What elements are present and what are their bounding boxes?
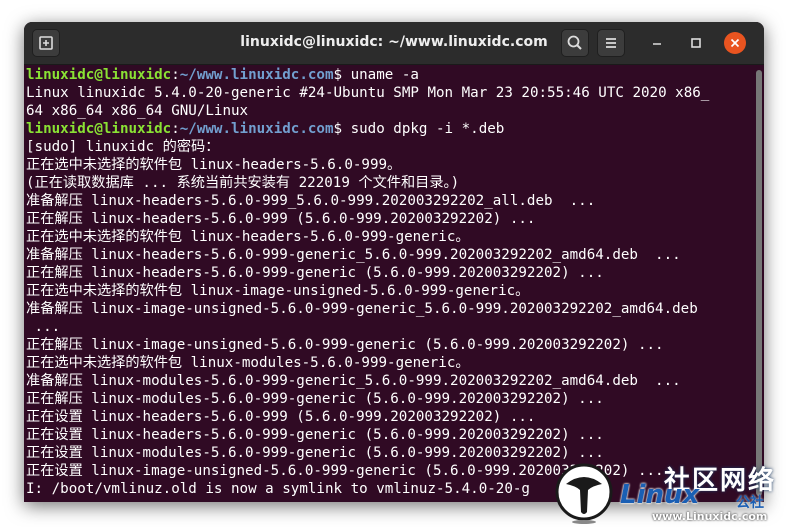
terminal-line: 正在解压 linux-headers-5.6.0-999 (5.6.0-999.… [26, 210, 752, 228]
search-icon [567, 35, 582, 50]
terminal-line: 正在选中未选择的软件包 linux-image-unsigned-5.6.0-9… [26, 282, 752, 300]
output-text: Linux linuxidc 5.4.0-20-generic #24-Ubun… [26, 85, 710, 101]
watermark-brand: Linux [620, 480, 700, 510]
output-text: 正在设置 linux-headers-5.6.0-999-generic (5.… [26, 427, 604, 443]
search-button[interactable] [561, 29, 589, 57]
prompt-user: linuxidc@linuxidc [26, 67, 172, 83]
output-text: [sudo] linuxidc 的密码： [26, 139, 220, 155]
prompt-user: linuxidc@linuxidc [26, 121, 172, 137]
close-icon [730, 38, 740, 48]
terminal-line: ... [26, 318, 752, 336]
output-text: 正在设置 linux-headers-5.6.0-999 (5.6.0-999.… [26, 409, 536, 425]
prompt-command: $ uname -a [333, 67, 419, 83]
output-text: 准备解压 linux-image-unsigned-5.6.0-999-gene… [26, 301, 698, 317]
terminal-line: [sudo] linuxidc 的密码： [26, 138, 752, 156]
output-text: 准备解压 linux-modules-5.6.0-999-generic_5.6… [26, 373, 681, 389]
terminal-line: 正在设置 linux-headers-5.6.0-999-generic (5.… [26, 426, 752, 444]
output-text: 正在选中未选择的软件包 linux-modules-5.6.0-999-gene… [26, 355, 470, 371]
scrollbar[interactable] [756, 70, 762, 496]
output-text: 正在选中未选择的软件包 linux-headers-5.6.0-999-gene… [26, 229, 470, 245]
output-text: 正在选中未选择的软件包 linux-image-unsigned-5.6.0-9… [26, 283, 530, 299]
output-text: 正在解压 linux-modules-5.6.0-999-generic (5.… [26, 391, 604, 407]
watermark-community: 公社 [736, 495, 764, 511]
prompt-path: ~/www.linuxidc.com [179, 121, 334, 137]
output-text: (正在读取数据库 ... 系统当前共安装有 222019 个文件和目录。) [26, 175, 460, 191]
terminal-line: 正在解压 linux-modules-5.6.0-999-generic (5.… [26, 390, 752, 408]
prompt-separator: : [171, 121, 180, 137]
terminal-line: linuxidc@linuxidc:~/www.linuxidc.com$ un… [26, 66, 752, 84]
prompt-separator: : [171, 67, 180, 83]
output-text: 正在设置 linux-modules-5.6.0-999-generic (5.… [26, 445, 604, 461]
close-button[interactable] [724, 32, 746, 54]
minimize-button[interactable] [646, 32, 668, 54]
output-text: ... [26, 319, 61, 335]
prompt-path: ~/www.linuxidc.com [179, 67, 334, 83]
minimize-icon [653, 43, 661, 45]
watermark: 社区网络 Linux 公社 www.Linuxidc.com [552, 458, 786, 527]
output-text: 正在解压 linux-headers-5.6.0-999 (5.6.0-999.… [26, 211, 536, 227]
output-text: 正在选中未选择的软件包 linux-headers-5.6.0-999。 [26, 157, 402, 173]
prompt-command: $ sudo dpkg -i *.deb [333, 121, 505, 137]
terminal-window: linuxidc@linuxidc: ~/www.linuxidc.com li… [24, 22, 764, 502]
maximize-button[interactable] [685, 32, 707, 54]
terminal-output[interactable]: linuxidc@linuxidc:~/www.linuxidc.com$ un… [26, 65, 752, 502]
terminal-line: 正在选中未选择的软件包 linux-headers-5.6.0-999-gene… [26, 228, 752, 246]
output-text: I: /boot/vmlinuz.old is now a symlink to… [26, 481, 530, 497]
terminal-line: 准备解压 linux-image-unsigned-5.6.0-999-gene… [26, 300, 752, 318]
terminal-line: 正在解压 linux-headers-5.6.0-999-generic (5.… [26, 264, 752, 282]
title-bar: linuxidc@linuxidc: ~/www.linuxidc.com [24, 22, 764, 65]
terminal-line: 准备解压 linux-headers-5.6.0-999-generic_5.6… [26, 246, 752, 264]
terminal-line: 64 x86_64 x86_64 GNU/Linux [26, 102, 752, 120]
terminal-line: linuxidc@linuxidc:~/www.linuxidc.com$ su… [26, 120, 752, 138]
terminal-line: 准备解压 linux-modules-5.6.0-999-generic_5.6… [26, 372, 752, 390]
linux-community-logo [555, 463, 613, 524]
terminal-line: Linux linuxidc 5.4.0-20-generic #24-Ubun… [26, 84, 752, 102]
menu-button[interactable] [597, 29, 625, 57]
terminal-line: 正在设置 linux-headers-5.6.0-999 (5.6.0-999.… [26, 408, 752, 426]
hamburger-menu-icon [606, 38, 616, 48]
output-text: 准备解压 linux-headers-5.6.0-999-generic_5.6… [26, 247, 681, 263]
terminal-line: 正在解压 linux-image-unsigned-5.6.0-999-gene… [26, 336, 752, 354]
terminal-line: 准备解压 linux-headers-5.6.0-999_5.6.0-999.2… [26, 192, 752, 210]
output-text: 正在解压 linux-image-unsigned-5.6.0-999-gene… [26, 337, 664, 353]
output-text: 准备解压 linux-headers-5.6.0-999_5.6.0-999.2… [26, 193, 596, 209]
terminal-line: 正在选中未选择的软件包 linux-headers-5.6.0-999。 [26, 156, 752, 174]
output-text: 64 x86_64 x86_64 GNU/Linux [26, 103, 249, 119]
watermark-url: www.Linuxidc.com [652, 510, 768, 523]
terminal-line: 正在选中未选择的软件包 linux-modules-5.6.0-999-gene… [26, 354, 752, 372]
maximize-icon [691, 38, 701, 48]
terminal-line: (正在读取数据库 ... 系统当前共安装有 222019 个文件和目录。) [26, 174, 752, 192]
output-text: 正在解压 linux-headers-5.6.0-999-generic (5.… [26, 265, 604, 281]
